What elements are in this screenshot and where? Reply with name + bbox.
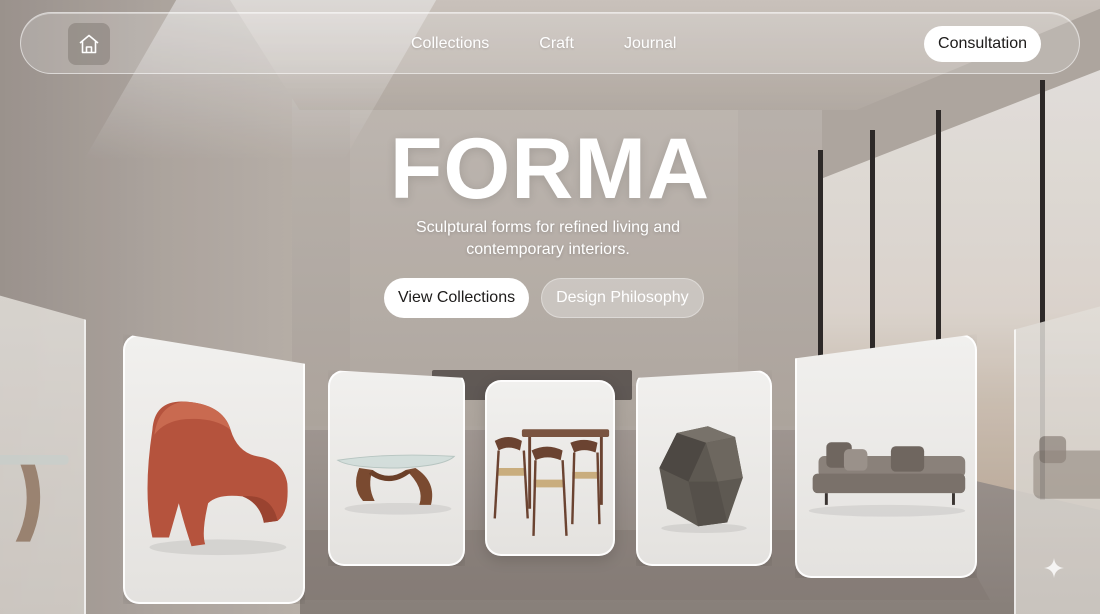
side-table-image (659, 426, 747, 534)
home-button[interactable] (68, 23, 110, 65)
glass-table-image (0, 455, 69, 542)
daybed-image (808, 442, 966, 517)
product-card-daybed[interactable] (795, 334, 977, 578)
nav-link-journal[interactable]: Journal (624, 35, 676, 53)
product-card-side-table[interactable] (636, 370, 772, 566)
home-icon (79, 34, 99, 54)
sparkle-icon (1044, 558, 1064, 578)
top-navbar: Collections Craft Journal Consultation (20, 12, 1080, 74)
dining-set-image (493, 429, 610, 536)
design-philosophy-button[interactable]: Design Philosophy (541, 278, 704, 318)
nav-link-collections[interactable]: Collections (411, 35, 489, 53)
sparkle-icon-shape (1044, 558, 1064, 578)
nav-link-craft[interactable]: Craft (539, 35, 574, 53)
product-card-left-edge[interactable] (0, 290, 86, 614)
nav-links: Collections Craft Journal (411, 13, 676, 75)
product-card-dining-set[interactable] (485, 380, 615, 556)
view-collections-button[interactable]: View Collections (384, 278, 530, 318)
lounge-chair-image (147, 401, 288, 556)
product-card-lounge-chair[interactable] (123, 334, 305, 604)
hero-title: FORMA (389, 121, 711, 217)
hero-cta-row: View Collections Design Philosophy (384, 278, 704, 318)
product-card-coffee-table[interactable] (328, 370, 465, 566)
consultation-button[interactable]: Consultation (924, 26, 1041, 62)
coffee-table-image (336, 454, 456, 515)
hero-subtitle: Sculptural forms for refined living and … (415, 219, 681, 258)
